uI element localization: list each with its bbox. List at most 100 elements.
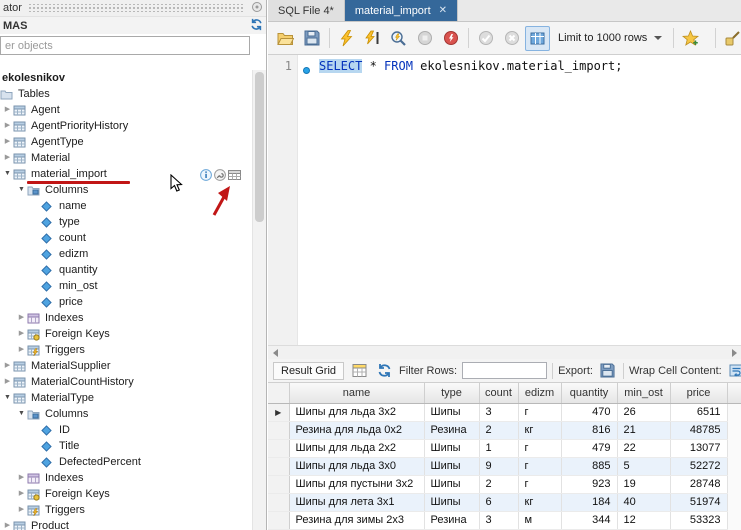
cell-name[interactable]: Шипы для пустыни 3x2 (289, 475, 424, 493)
current-row-marker[interactable]: ▶ (268, 403, 289, 421)
sidebar-vertical-scrollbar[interactable] (252, 70, 266, 530)
refresh-results-icon[interactable] (374, 361, 394, 381)
result-row[interactable]: ▶Шипы для льда 3x2Шипы3г470266511 (268, 403, 741, 421)
cell-count[interactable]: 6 (479, 493, 518, 511)
row-selector[interactable] (268, 457, 289, 475)
filter-rows-input[interactable] (462, 362, 547, 379)
export-icon[interactable] (598, 361, 618, 381)
scroll-right-icon[interactable] (727, 346, 741, 359)
result-row[interactable]: Шипы для льда 2x2Шипы1г4792213077 (268, 439, 741, 457)
column-header-edizm[interactable]: edizm (518, 383, 561, 403)
cell-count[interactable]: 2 (479, 475, 518, 493)
cell-name[interactable]: Шипы для льда 3x2 (289, 403, 424, 421)
cell-edizm[interactable]: г (518, 439, 561, 457)
cell-price[interactable]: 48785 (670, 421, 727, 439)
sql-editor[interactable]: 1 SELECT * FROM ekolesnikov.material_imp… (268, 55, 741, 345)
filter-objects-input[interactable] (0, 36, 250, 55)
tree-item-tables[interactable]: Tables (0, 86, 252, 102)
expand-toggle-icon[interactable]: ▶ (2, 358, 13, 374)
cell-min_ost[interactable]: 26 (617, 403, 670, 421)
cell-name[interactable]: Резина для льда 0x2 (289, 421, 424, 439)
commit-button[interactable] (473, 26, 498, 51)
result-row[interactable]: Шипы для пустыни 3x2Шипы2г9231928748 (268, 475, 741, 493)
cell-price[interactable]: 28748 (670, 475, 727, 493)
cell-count[interactable]: 9 (479, 457, 518, 475)
cell-quantity[interactable]: 885 (561, 457, 617, 475)
column-header-type[interactable]: type (424, 383, 479, 403)
cell-min_ost[interactable]: 22 (617, 439, 670, 457)
save-snippet-button[interactable] (678, 26, 703, 51)
editor-horizontal-scrollbar[interactable] (268, 345, 741, 359)
cell-quantity[interactable]: 470 (561, 403, 617, 421)
cell-name[interactable]: Резина для зимы 2x3 (289, 511, 424, 529)
cell-price[interactable]: 53323 (670, 511, 727, 529)
expand-toggle-icon[interactable]: ▶ (2, 374, 13, 390)
cell-edizm[interactable]: г (518, 457, 561, 475)
cell-edizm[interactable]: м (518, 511, 561, 529)
tree-item-min-ost[interactable]: min_ost (0, 278, 252, 294)
tree-item-indexes[interactable]: ▶Indexes (0, 470, 252, 486)
collapse-toggle-icon[interactable]: ▼ (2, 390, 13, 406)
sql-code-line[interactable]: SELECT * FROM ekolesnikov.material_impor… (315, 55, 622, 345)
expand-toggle-icon[interactable]: ▶ (2, 102, 13, 118)
cell-count[interactable]: 2 (479, 421, 518, 439)
tree-item-quantity[interactable]: quantity (0, 262, 252, 278)
wrap-cell-content-icon[interactable] (727, 361, 741, 381)
cell-min_ost[interactable]: 40 (617, 493, 670, 511)
tree-item-agenttype[interactable]: ▶AgentType (0, 134, 252, 150)
table-settings-icon[interactable] (214, 169, 226, 184)
cell-count[interactable]: 3 (479, 403, 518, 421)
cell-type[interactable]: Шипы (424, 439, 479, 457)
expand-toggle-icon[interactable]: ▶ (2, 118, 13, 134)
tree-item-materialsupplier[interactable]: ▶MaterialSupplier (0, 358, 252, 374)
stop-on-error-toggle-button[interactable] (438, 26, 463, 51)
explain-plan-button[interactable] (386, 26, 411, 51)
tree-item-title[interactable]: Title (0, 438, 252, 454)
beautify-query-button[interactable] (720, 26, 741, 51)
tree-item-id[interactable]: ID (0, 422, 252, 438)
tree-item-count[interactable]: count (0, 230, 252, 246)
cell-count[interactable]: 3 (479, 511, 518, 529)
cell-type[interactable]: Шипы (424, 493, 479, 511)
column-header-min_ost[interactable]: min_ost (617, 383, 670, 403)
tree-item-defectedpercent[interactable]: DefectedPercent (0, 454, 252, 470)
limit-rows-dropdown[interactable]: Limit to 1000 rows (551, 30, 669, 46)
panel-drag-grip[interactable] (28, 4, 245, 12)
cell-type[interactable]: Шипы (424, 457, 479, 475)
rollback-button[interactable] (499, 26, 524, 51)
result-row[interactable]: Резина для зимы 2x3Резина3м3441253323 (268, 511, 741, 529)
cell-edizm[interactable]: г (518, 475, 561, 493)
open-file-button[interactable] (273, 26, 298, 51)
tree-item-material[interactable]: ▶Material (0, 150, 252, 166)
cell-min_ost[interactable]: 21 (617, 421, 670, 439)
tab-sql-file-4[interactable]: SQL File 4* (268, 0, 345, 21)
collapse-toggle-icon[interactable]: ▼ (16, 182, 27, 198)
refresh-schemas-icon[interactable] (250, 18, 263, 34)
table-info-icon[interactable] (200, 169, 212, 184)
cell-edizm[interactable]: г (518, 403, 561, 421)
expand-toggle-icon[interactable]: ▶ (2, 518, 13, 530)
panel-menu-icon[interactable] (251, 1, 263, 16)
table-data-grid-icon[interactable] (228, 169, 241, 184)
cell-type[interactable]: Шипы (424, 475, 479, 493)
tree-item-product[interactable]: ▶Product (0, 518, 252, 530)
tree-item-materialtype[interactable]: ▼MaterialType (0, 390, 252, 406)
expand-toggle-icon[interactable]: ▶ (16, 342, 27, 358)
tree-item-triggers[interactable]: ▶Triggers (0, 502, 252, 518)
column-header-quantity[interactable]: quantity (561, 383, 617, 403)
column-header-name[interactable]: name (289, 383, 424, 403)
row-selector[interactable] (268, 493, 289, 511)
cell-count[interactable]: 1 (479, 439, 518, 457)
save-button[interactable] (299, 26, 324, 51)
stop-query-button[interactable] (412, 26, 437, 51)
result-row[interactable]: Шипы для лета 3x1Шипы6кг1844051974 (268, 493, 741, 511)
result-row[interactable]: Резина для льда 0x2Резина2кг8162148785 (268, 421, 741, 439)
cell-type[interactable]: Резина (424, 421, 479, 439)
cell-quantity[interactable]: 344 (561, 511, 617, 529)
row-selector[interactable] (268, 475, 289, 493)
expand-toggle-icon[interactable]: ▶ (16, 502, 27, 518)
tree-item-edizm[interactable]: edizm (0, 246, 252, 262)
tree-item-ekolesnikov[interactable]: ekolesnikov (0, 70, 252, 86)
collapse-toggle-icon[interactable]: ▼ (16, 406, 27, 422)
column-header-count[interactable]: count (479, 383, 518, 403)
